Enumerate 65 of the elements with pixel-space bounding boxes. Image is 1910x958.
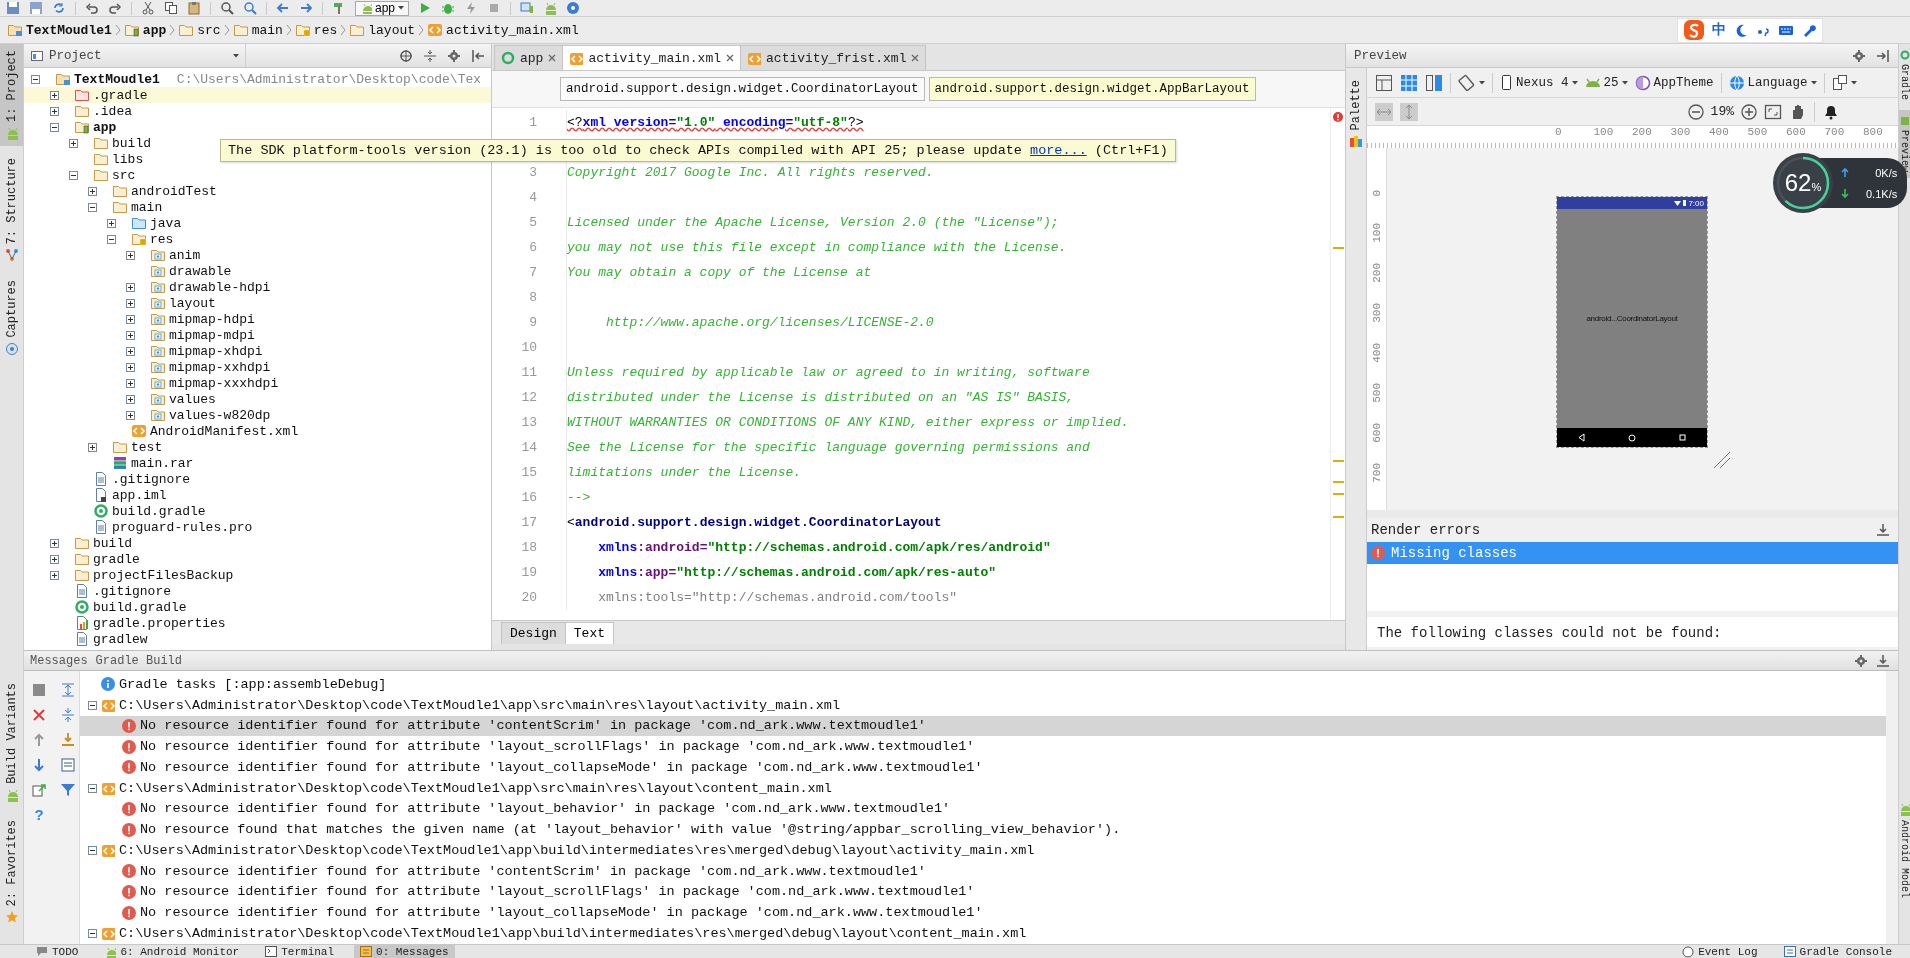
panel-title: Preview: [1354, 48, 1408, 63]
line-number: 13: [520, 415, 538, 430]
line-number: 15: [520, 465, 538, 480]
code-line: See the License for the specific language governing permissions and: [567, 440, 1090, 455]
ruler-label: 600: [1785, 126, 1807, 140]
code-line: you may not use this file except in compliance with the License.: [567, 240, 1067, 255]
line-number: 19: [520, 565, 538, 580]
upload-speed: 0K/s: [1874, 166, 1898, 179]
section-title: Render errors: [1371, 522, 1482, 538]
ruler-label: 700: [1823, 126, 1846, 140]
gauge-unit: %: [1811, 181, 1822, 193]
download-speed: 0.1K/s: [1866, 187, 1898, 200]
zoom-level: 19%: [1710, 104, 1734, 119]
code-line: You may obtain a copy of the License at: [567, 265, 872, 280]
tooltip-text: The SDK platform-tools version (23.1) is too old to check APIs compiled with API 25; please update more... (Ctrl+F1): [228, 143, 1168, 158]
line-number: 10: [520, 340, 538, 355]
code-line: xmlns:android="http://schemas.android.com/apk/res/android": [597, 540, 1051, 555]
gauge-value: 62: [1784, 169, 1812, 197]
ruler-label: 200: [1370, 263, 1383, 283]
line-number: 16: [520, 490, 538, 505]
line-number: 6: [528, 240, 538, 255]
ruler-label: 300: [1370, 303, 1383, 323]
ruler-label: 500: [1370, 383, 1383, 403]
code-line: <android.support.design.widget.CoordinatorLayout: [567, 515, 942, 530]
line-number: 18: [520, 540, 538, 555]
ruler-label: 800: [1862, 126, 1883, 140]
ruler-label: 500: [1746, 126, 1769, 140]
code-line: Licensed under the Apache License, Version 2.0 (the "License");: [567, 215, 1059, 230]
line-number: 7: [528, 265, 538, 280]
ruler-label: 700: [1370, 463, 1383, 483]
line-number: 1: [528, 115, 538, 130]
code-line: distributed under the License is distributed on an "AS IS" BASIS,: [567, 390, 1075, 405]
ruler-label: 400: [1708, 126, 1730, 140]
code-line: xmlns:app="http://schemas.android.com/apk/res-auto": [597, 565, 997, 580]
line-number: 11: [520, 365, 538, 380]
line-number: 9: [528, 315, 538, 330]
line-number: 5: [528, 215, 538, 230]
ruler-label: 0: [1370, 189, 1383, 197]
code-line: xmlns:tools="http://schemas.android.com/tools": [597, 590, 958, 605]
clock-text: 7:00: [1688, 198, 1704, 208]
ruler-label: 100: [1370, 223, 1383, 243]
line-number: 8: [528, 290, 538, 305]
ruler-label: 200: [1631, 126, 1653, 140]
code-line: -->: [567, 490, 591, 505]
code-line: Unless required by applicable law or agreed to in writing, software: [567, 365, 1090, 380]
code-line: <?xml version="1.0" encoding="utf-8"?>: [567, 115, 864, 130]
line-number: 17: [520, 515, 538, 530]
code-line: WITHOUT WARRANTIES OR CONDITIONS OF ANY KIND, either express or implied.: [567, 415, 1129, 430]
ruler-label: 100: [1592, 126, 1615, 140]
layout-label: android...CoordinatorLayout: [1586, 314, 1678, 323]
line-number: 12: [520, 390, 538, 405]
line-number: 14: [520, 440, 538, 455]
ruler-label: 400: [1370, 343, 1383, 363]
line-number: 4: [528, 190, 538, 205]
ruler-label: 0: [1554, 126, 1563, 140]
project-path: C:\Users\Administrator\Desktop\code\Tex: [176, 71, 482, 87]
error-detail: The following classes could not be found:: [1367, 617, 1898, 647]
panel-title: Messages: [30, 653, 88, 668]
line-number: 3: [528, 165, 538, 180]
ruler-label: 600: [1370, 423, 1383, 443]
code-line: Copyright 2017 Google Inc. All rights reserved.: [567, 165, 934, 180]
code-line: http://www.apache.org/licenses/LICENSE-2.0: [605, 315, 934, 330]
ruler-label: 300: [1669, 126, 1692, 140]
line-number: 20: [520, 590, 538, 605]
code-line: limitations under the License.: [567, 465, 802, 480]
